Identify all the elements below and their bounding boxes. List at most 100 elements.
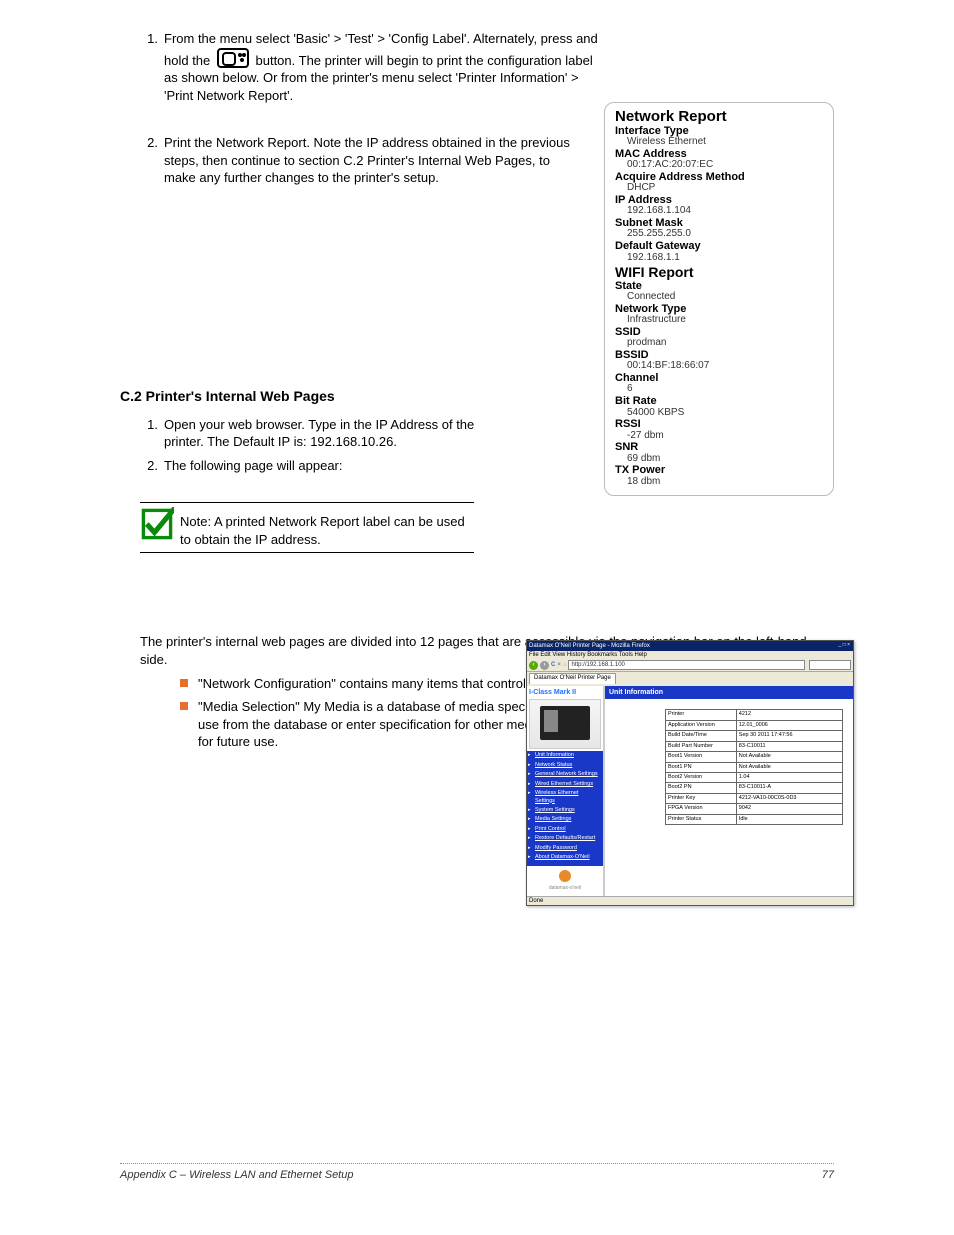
logo-text: datamax-o'neil (527, 885, 603, 892)
table-cell: 1.04 (736, 772, 842, 782)
report-value: Infrastructure (615, 315, 823, 326)
report-key: Default Gateway (615, 241, 823, 253)
report-value: 54000 KBPS (615, 408, 823, 419)
sidebar-item[interactable]: Media Settings (527, 815, 603, 824)
report-value: DHCP (615, 183, 823, 194)
c2-step1-text: Open your web browser. Type in the IP Ad… (164, 416, 490, 451)
brand-logo: datamax-o'neil (527, 866, 603, 896)
table-cell: Printer Key (666, 793, 737, 803)
report-key: SNR (615, 442, 823, 454)
search-box[interactable] (809, 660, 851, 670)
table-row: Boot1 VersionNot Available (666, 752, 843, 762)
table-row: Boot2 PN83-C10011-A (666, 783, 843, 793)
sidebar-item[interactable]: Print Control (527, 825, 603, 834)
report-key: TX Power (615, 465, 823, 477)
note-rule-bottom (140, 552, 474, 553)
report-value: 192.168.1.1 (615, 253, 823, 264)
sidebar-item[interactable]: Unit Information (527, 751, 603, 760)
printer-model-label: I-Class Mark II (527, 686, 603, 697)
step-1: 1. From the menu select 'Basic' > 'Test'… (140, 30, 600, 104)
report-value: prodman (615, 338, 823, 349)
check-icon (140, 507, 174, 541)
address-bar[interactable]: http://192.168.1.100 (568, 660, 805, 670)
logo-icon (559, 870, 571, 882)
sidebar-nav: Unit InformationNetwork StatusGeneral Ne… (527, 751, 603, 866)
table-cell: 4212-VA10-00C0S-0D3 (736, 793, 842, 803)
table-row: Printer StatusIdle (666, 814, 843, 824)
c2-intro-block: 1. Open your web browser. Type in the IP… (140, 416, 490, 475)
table-cell: 83-C10011 (736, 741, 842, 751)
sidebar-item[interactable]: Network Status (527, 761, 603, 770)
sidebar-item[interactable]: General Network Settings (527, 770, 603, 779)
network-report-card: Network Report Interface TypeWireless Et… (604, 102, 834, 496)
c2-step2-text: The following page will appear: (164, 457, 343, 475)
browser-tabbar: Datamax O'Neil Printer Page (527, 672, 853, 686)
table-row: FPGA Version9042 (666, 804, 843, 814)
stop-icon[interactable]: × (557, 661, 561, 669)
table-cell: Not Available (736, 752, 842, 762)
step-2-text: Print the Network Report. Note the IP ad… (164, 134, 580, 187)
table-cell: Idle (736, 814, 842, 824)
sidebar-item[interactable]: Wireless Ethernet Settings (527, 789, 603, 806)
table-cell: Sep 30 2011 17:47:56 (736, 731, 842, 741)
table-cell: 4212 (736, 710, 842, 720)
unit-info-table: Printer4212Application Version12.01_0006… (665, 709, 843, 825)
sidebar: I-Class Mark II Unit InformationNetwork … (527, 686, 605, 896)
step-2: 2. Print the Network Report. Note the IP… (140, 134, 580, 187)
unit-info-pane: Printer4212Application Version12.01_0006… (605, 699, 853, 896)
printer-image (529, 699, 601, 749)
c2-step1-num: 1. (140, 416, 164, 451)
step-1-number: 1. (140, 30, 164, 104)
browser-toolbar: ‹ › C × ⌂ http://192.168.1.100 (527, 659, 853, 672)
wifi-report-title: WIFI Report (615, 265, 823, 280)
table-cell: Build Date/Time (666, 731, 737, 741)
table-row: Printer Key4212-VA10-00C0S-0D3 (666, 793, 843, 803)
back-icon[interactable]: ‹ (529, 661, 538, 670)
step-1-text: From the menu select 'Basic' > 'Test' > … (164, 30, 600, 104)
table-cell: FPGA Version (666, 804, 737, 814)
window-controls-icon: _ □ × (839, 642, 851, 649)
sidebar-item[interactable]: Modify Password (527, 844, 603, 853)
step-2-number: 2. (140, 134, 164, 187)
report-value: Wireless Ethernet (615, 137, 823, 148)
table-cell: Boot2 PN (666, 783, 737, 793)
report-value: 255.255.255.0 (615, 229, 823, 240)
report-key: Channel (615, 373, 823, 385)
report-value: -27 dbm (615, 431, 823, 442)
browser-menubar: File Edit View History Bookmarks Tools H… (527, 651, 853, 659)
network-report-title: Network Report (615, 109, 823, 125)
forward-icon[interactable]: › (540, 661, 549, 670)
browser-titlebar: Datamax O'Neil Printer Page - Mozilla Fi… (527, 641, 853, 651)
browser-window: Datamax O'Neil Printer Page - Mozilla Fi… (526, 640, 854, 906)
report-value: 00:14:BF:18:66:07 (615, 361, 823, 372)
sidebar-item[interactable]: Restore Defaults/Restart (527, 834, 603, 843)
table-row: Printer4212 (666, 710, 843, 720)
footer-rule (120, 1163, 834, 1164)
footer-right: 77 (822, 1168, 834, 1183)
report-value: 192.168.1.104 (615, 206, 823, 217)
table-cell: Application Version (666, 720, 737, 730)
table-cell: Boot2 Version (666, 772, 737, 782)
browser-statusbar: Done (527, 896, 853, 905)
label-print-icon (217, 48, 249, 68)
home-icon[interactable]: ⌂ (563, 661, 567, 669)
table-cell: 12.01_0006 (736, 720, 842, 730)
sidebar-item[interactable]: About Datamax-O'Neil (527, 853, 603, 862)
browser-tab[interactable]: Datamax O'Neil Printer Page (529, 673, 616, 684)
sidebar-item[interactable]: Wired Ethernet Settings (527, 780, 603, 789)
report-value: 6 (615, 384, 823, 395)
table-row: Application Version12.01_0006 (666, 720, 843, 730)
report-value: 18 dbm (615, 477, 823, 488)
c2-step2-num: 2. (140, 457, 164, 475)
report-value: Connected (615, 292, 823, 303)
table-row: Build Part Number83-C10011 (666, 741, 843, 751)
note-rule-top (140, 502, 474, 503)
table-row: Boot2 Version1.04 (666, 772, 843, 782)
table-row: Build Date/TimeSep 30 2011 17:47:56 (666, 731, 843, 741)
note-text: Note: A printed Network Report label can… (180, 507, 474, 548)
page-footer: Appendix C – Wireless LAN and Ethernet S… (120, 1163, 834, 1183)
reload-icon[interactable]: C (551, 661, 555, 669)
sidebar-item[interactable]: System Settings (527, 806, 603, 815)
table-cell: Printer Status (666, 814, 737, 824)
note-box: Note: A printed Network Report label can… (140, 502, 474, 553)
